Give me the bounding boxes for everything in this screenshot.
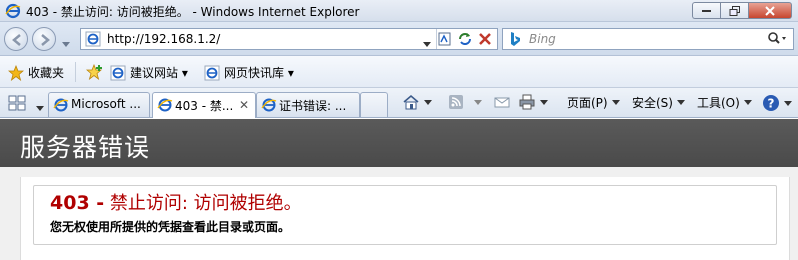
favorites-button[interactable]: 收藏夹	[8, 64, 64, 81]
ie-page-icon	[204, 65, 220, 80]
home-icon	[403, 94, 419, 110]
search-placeholder[interactable]: Bing	[529, 32, 556, 46]
favorites-divider	[75, 62, 76, 82]
add-to-favorites-bar-button[interactable]	[86, 64, 108, 80]
page-header: 服务器错误	[0, 119, 798, 167]
home-button[interactable]	[402, 94, 432, 110]
tools-menu[interactable]: 工具(O)	[697, 94, 752, 111]
mail-button[interactable]	[494, 94, 510, 110]
minimize-button[interactable]	[692, 2, 720, 19]
restore-button[interactable]	[720, 2, 748, 19]
ie-page-icon	[85, 31, 101, 50]
web-slice-gallery-button[interactable]: 网页快讯库 ▾	[204, 64, 294, 81]
refresh-icon[interactable]	[457, 31, 475, 47]
error-code: 403 -	[50, 192, 105, 214]
help-icon: ?	[763, 95, 779, 111]
bing-logo-icon	[507, 31, 523, 50]
new-tab-button[interactable]	[360, 92, 388, 117]
svg-text:?: ?	[768, 97, 775, 111]
compatibility-view-icon[interactable]	[437, 31, 455, 47]
feeds-button[interactable]	[448, 94, 482, 110]
tab-bar: Microsoft ... 403 - 禁... ✕ 证书错误: ... 页面(…	[0, 88, 798, 118]
url-text[interactable]: http://192.168.1.2/	[107, 32, 220, 46]
navigation-bar: http://192.168.1.2/ Bing	[0, 22, 798, 56]
stop-icon[interactable]	[477, 31, 495, 47]
ie-tab-icon	[261, 97, 277, 116]
page-body: 403 - 禁止访问: 访问被拒绝。 您无权使用所提供的凭据查看此目录或页面。	[0, 167, 798, 260]
ie-tab-icon	[157, 97, 173, 116]
page-heading: 服务器错误	[20, 133, 151, 162]
page-menu-label: 页面(P)	[567, 96, 608, 110]
favorites-label: 收藏夹	[28, 66, 65, 80]
add-favorite-icon	[86, 64, 103, 80]
search-box[interactable]: Bing	[502, 28, 794, 50]
tab-list-dropdown-icon[interactable]	[36, 100, 44, 114]
address-dropdown-icon[interactable]	[423, 36, 431, 50]
close-window-button[interactable]	[748, 2, 792, 19]
tab-certificate-error[interactable]: 证书错误: ...	[256, 92, 360, 117]
ie-tab-icon	[53, 97, 69, 116]
quick-tabs-icon	[8, 95, 26, 111]
feeds-icon	[449, 95, 463, 109]
error-title: 403 - 禁止访问: 访问被拒绝。	[50, 189, 302, 215]
print-icon	[519, 94, 535, 110]
page-menu[interactable]: 页面(P)	[567, 94, 620, 111]
suggested-sites-label: 建议网站 ▾	[130, 66, 188, 80]
safety-menu-label: 安全(S)	[632, 96, 673, 110]
close-tab-icon[interactable]: ✕	[239, 98, 249, 112]
safety-menu[interactable]: 安全(S)	[632, 94, 685, 111]
search-icon[interactable]	[767, 32, 787, 49]
help-button[interactable]: ?	[762, 94, 792, 112]
print-button[interactable]	[518, 94, 548, 110]
page-content: 服务器错误 403 - 禁止访问: 访问被拒绝。 您无权使用所提供的凭据查看此目…	[0, 119, 798, 260]
ie-page-icon	[110, 65, 126, 80]
ie-logo-icon	[5, 3, 21, 19]
tab-label: Microsoft ...	[71, 97, 141, 111]
favorites-star-icon	[8, 64, 24, 81]
address-bar[interactable]: http://192.168.1.2/	[80, 28, 498, 50]
error-message: 您无权使用所提供的凭据查看此目录或页面。	[50, 220, 291, 234]
quick-tabs-button[interactable]	[6, 93, 34, 113]
tab-microsoft[interactable]: Microsoft ...	[48, 92, 150, 117]
tab-403[interactable]: 403 - 禁... ✕	[152, 92, 256, 118]
error-title-text: 禁止访问: 访问被拒绝。	[104, 193, 302, 214]
title-bar: 403 - 禁止访问: 访问被拒绝。 - Windows Internet Ex…	[0, 0, 798, 22]
tools-menu-label: 工具(O)	[697, 96, 740, 110]
history-dropdown-icon[interactable]	[62, 36, 70, 50]
suggested-sites-button[interactable]: 建议网站 ▾	[110, 64, 188, 81]
content-panel: 403 - 禁止访问: 访问被拒绝。 您无权使用所提供的凭据查看此目录或页面。	[20, 177, 790, 260]
tab-label: 证书错误: ...	[279, 99, 347, 113]
favorites-bar: 收藏夹 建议网站 ▾ 网页快讯库 ▾	[0, 56, 798, 88]
forward-button[interactable]	[32, 27, 56, 51]
tab-label: 403 - 禁...	[175, 99, 234, 113]
back-button[interactable]	[4, 27, 28, 51]
error-box: 403 - 禁止访问: 访问被拒绝。 您无权使用所提供的凭据查看此目录或页面。	[33, 185, 777, 245]
window-title: 403 - 禁止访问: 访问被拒绝。 - Windows Internet Ex…	[26, 5, 360, 19]
mail-icon	[494, 97, 510, 108]
web-slice-gallery-label: 网页快讯库 ▾	[224, 66, 294, 80]
